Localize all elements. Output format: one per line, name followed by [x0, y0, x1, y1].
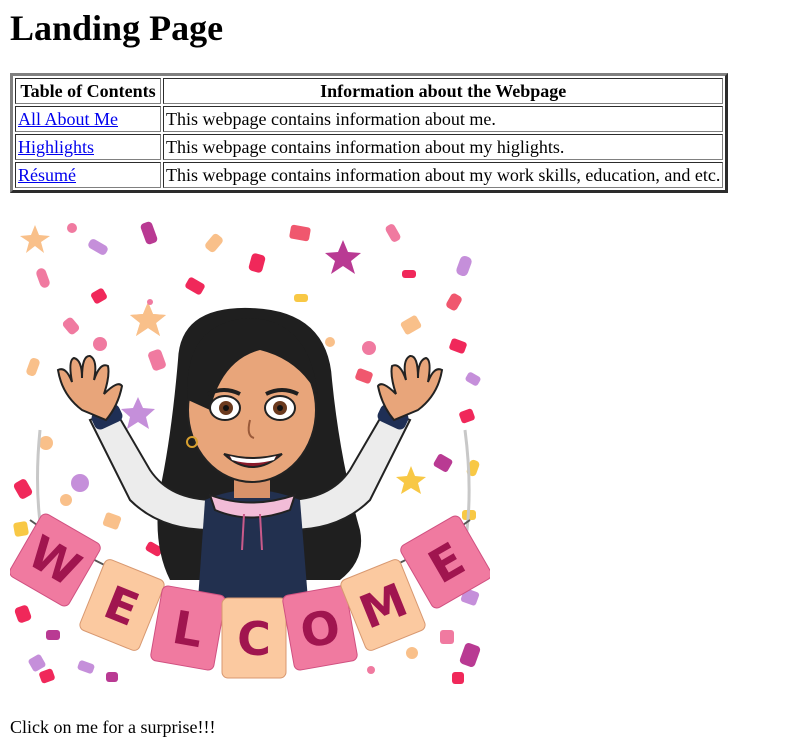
page-title: Landing Page [10, 8, 224, 48]
table-row: Highlights This webpage contains informa… [15, 134, 724, 160]
all-about-me-link[interactable]: All About Me [18, 109, 118, 129]
table-cell-info: This webpage contains information about … [163, 134, 724, 160]
table-cell-link: Résumé [15, 162, 161, 188]
avatar [56, 307, 444, 600]
header-toc: Table of Contents [15, 78, 161, 104]
contents-table: Table of Contents Information about the … [10, 73, 729, 193]
highlights-link[interactable]: Highlights [18, 137, 94, 157]
table-cell-link: All About Me [15, 106, 161, 132]
table-row: Résumé This webpage contains information… [15, 162, 724, 188]
table-cell-link: Highlights [15, 134, 161, 160]
resume-link[interactable]: Résumé [18, 165, 76, 185]
surprise-caption: Click on me for a surprise!!! [10, 717, 216, 737]
svg-text:C: C [237, 612, 271, 666]
table-header-row: Table of Contents Information about the … [15, 78, 724, 104]
table-cell-info: This webpage contains information about … [163, 106, 724, 132]
table-row: All About Me This webpage contains infor… [15, 106, 724, 132]
header-info: Information about the Webpage [163, 78, 724, 104]
welcome-bitmoji-image[interactable]: W E L C O M E [10, 210, 490, 694]
table-cell-info: This webpage contains information about … [163, 162, 724, 188]
